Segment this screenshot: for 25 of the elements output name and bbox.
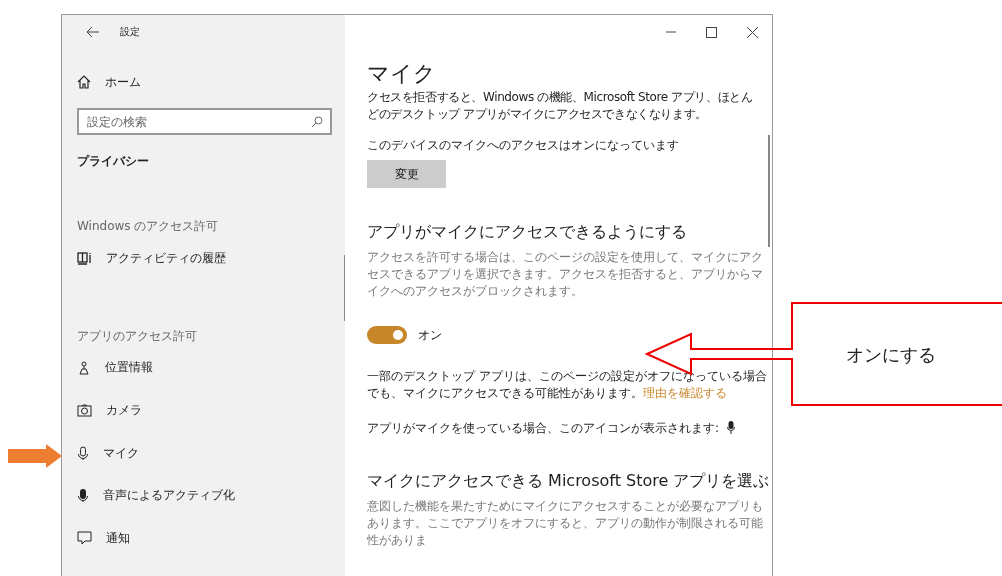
page-title: マイク	[367, 60, 436, 88]
sidebar-item[interactable]: カメラ	[77, 389, 142, 432]
group-title: アプリのアクセス許可	[77, 327, 197, 345]
status-text: このデバイスのマイクへのアクセスはオンになっています	[367, 137, 679, 154]
description-text: 意図した機能を果たすためにマイクにアクセスすることが必要なアプリもあります。ここでアプリをオフにすると、アプリの動作が制限される可能性がありま	[367, 498, 764, 549]
sidebar-item[interactable]: マイク	[77, 431, 139, 475]
group-title: Windows のアクセス許可	[77, 218, 219, 235]
search-field[interactable]: 設定の検索	[77, 108, 332, 135]
toggle-label: オン	[418, 326, 442, 344]
section-heading: マイクにアクセスできる Microsoft Store アプリを選ぶ	[367, 471, 770, 492]
description-text: どのデスクトップ アプリがマイクにアクセスできなくなります。	[367, 106, 708, 123]
change-button[interactable]: 変更	[367, 160, 446, 188]
description-text: アクセスを許可する場合は、このページの設定を使用して、マイクにアクセスできるアプリを選択できます。アクセスを拒否すると、アプリからマイクへのアクセスがブロックされます。	[367, 249, 764, 300]
home-link[interactable]: ホーム	[77, 61, 141, 103]
sidebar-item[interactable]: 通知	[77, 516, 130, 560]
callout-text: オンにする	[846, 343, 936, 367]
window-title: 設定	[120, 25, 140, 39]
section-heading: プライバシー	[77, 153, 149, 170]
sidebar-item[interactable]: 位置情報	[77, 346, 153, 390]
sidebar-item[interactable]: 音声によるアクティブ化	[77, 474, 235, 517]
description-text: クセスを拒否すると、Windows の機能、Microsoft Store アプリ、ほとん	[367, 89, 754, 106]
section-heading: アプリがマイクにアクセスできるようにする	[367, 222, 687, 243]
sidebar-item[interactable]: アクティビティの履歴	[77, 237, 226, 280]
note-text: アプリがマイクを使っている場合、このアイコンが表示されます:	[367, 420, 720, 437]
note-text: 一部のデスクトップ アプリは、このページの設定がオフになっている場合でも、マイクにアクセスできる可能性があります。理由を確認する	[367, 368, 767, 402]
